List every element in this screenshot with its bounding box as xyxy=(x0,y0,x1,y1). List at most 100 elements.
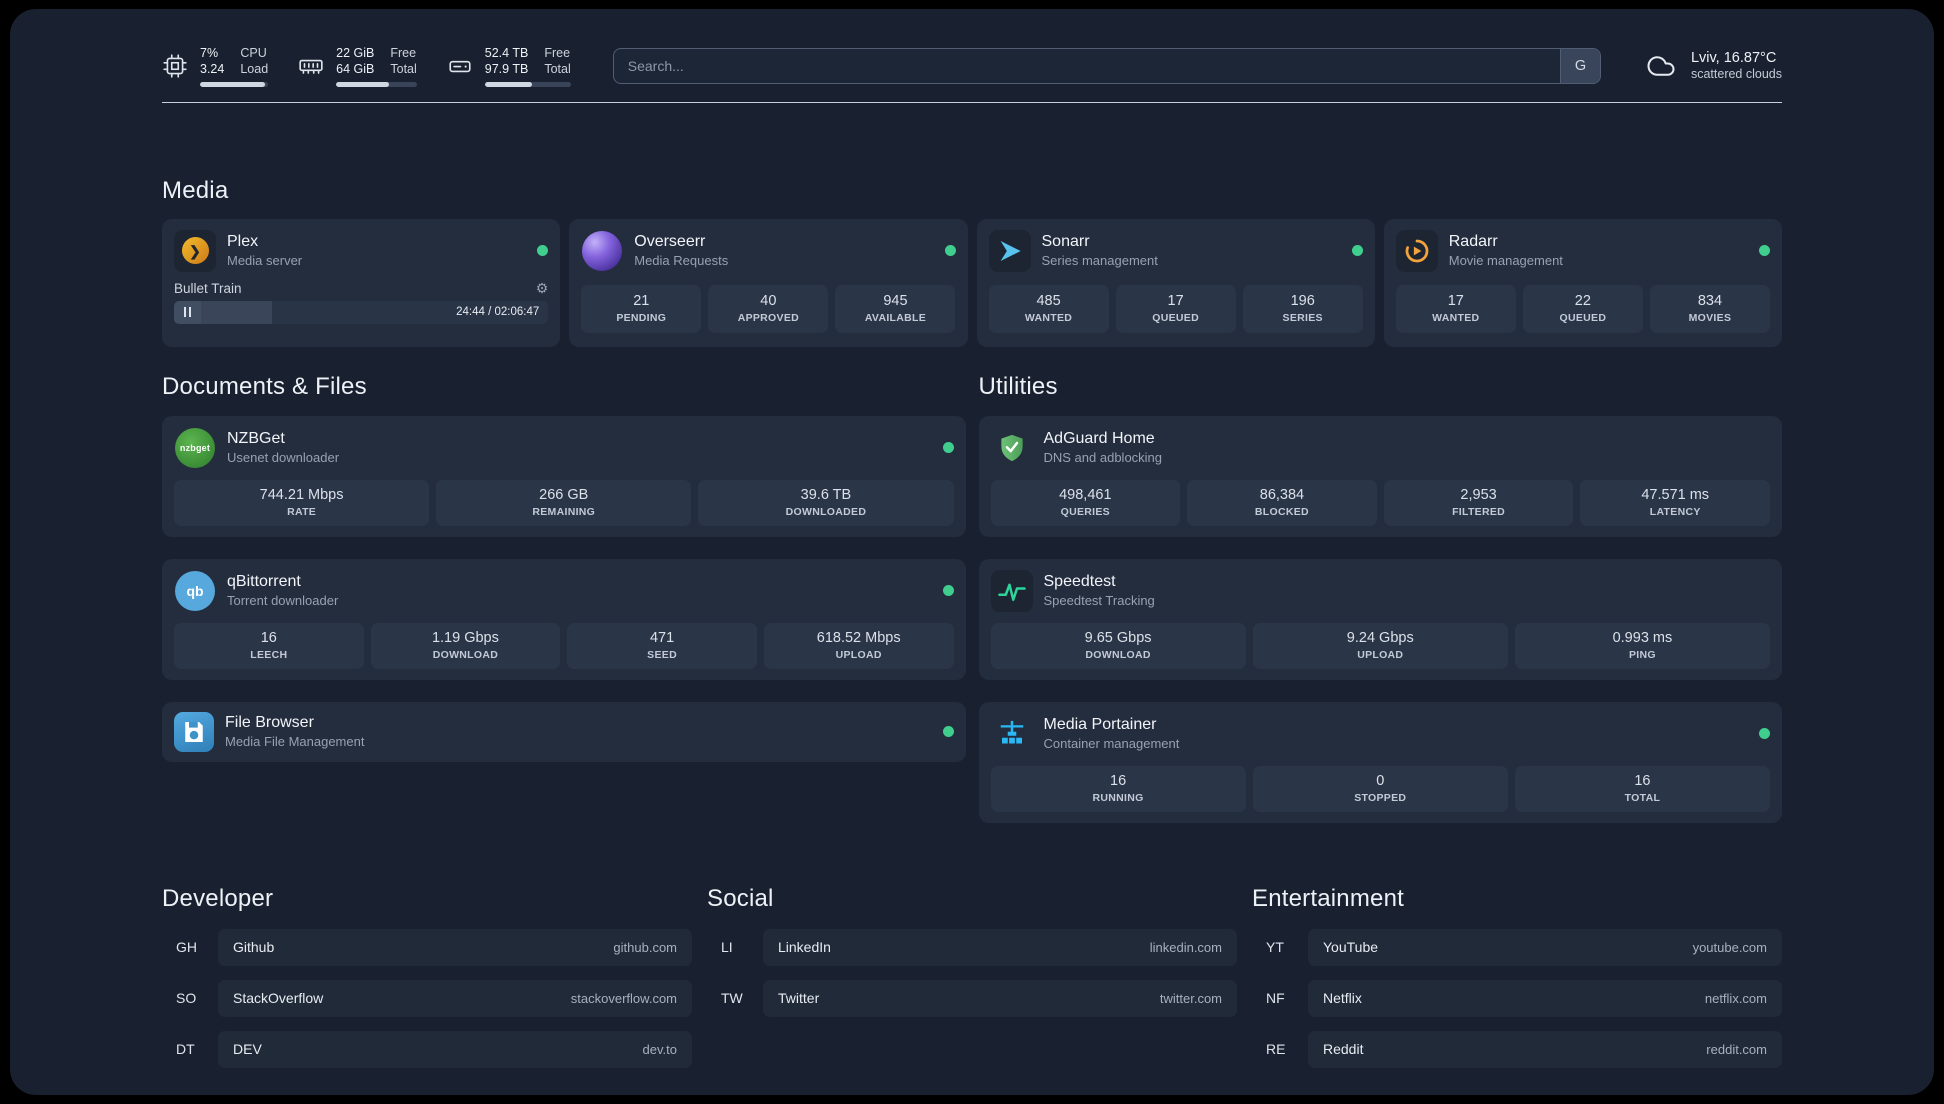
service-card-speedtest[interactable]: Speedtest Speedtest Tracking 9.65 Gbps DO… xyxy=(978,558,1782,680)
bookmark-pill[interactable]: StackOverflow stackoverflow.com xyxy=(218,979,692,1017)
disk-icon xyxy=(447,53,473,79)
qbittorrent-icon: qb xyxy=(174,570,216,612)
bookmark-pill[interactable]: Reddit reddit.com xyxy=(1308,1030,1782,1068)
service-card-plex[interactable]: ❯ Plex Media server Bullet Train ⚙ 24:44… xyxy=(162,218,561,347)
group-title-utilities: Utilities xyxy=(978,372,1058,400)
bookmark-pill[interactable]: DEV dev.to xyxy=(218,1030,692,1068)
bookmark-stackoverflow[interactable]: SO StackOverflow stackoverflow.com xyxy=(162,979,692,1017)
disk-label-top: Free xyxy=(544,46,571,60)
stat-wanted: 17 WANTED xyxy=(1395,284,1516,333)
bookmark-youtube[interactable]: YT YouTube youtube.com xyxy=(1252,928,1782,966)
documents-group: Documents & Files nzbget NZBGet Usenet d… xyxy=(162,373,966,823)
service-card-adguard[interactable]: AdGuard Home DNS and adblocking 498,461 Q… xyxy=(978,415,1782,537)
stat-leech: 16 LEECH xyxy=(174,622,364,669)
weather-widget[interactable]: Lviv, 16.87°C scattered clouds xyxy=(1643,50,1782,81)
status-dot xyxy=(942,442,954,453)
playback-progress[interactable]: 24:44 / 02:06:47 xyxy=(174,300,549,324)
bookmark-reddit[interactable]: RE Reddit reddit.com xyxy=(1252,1030,1782,1068)
search-provider-button[interactable]: G xyxy=(1559,48,1600,83)
status-dot xyxy=(1759,245,1770,256)
service-description: DNS and adblocking xyxy=(1043,450,1163,465)
stat-upload: 618.52 Mbps UPLOAD xyxy=(763,622,954,669)
service-card-radarr[interactable]: Radarr Movie management 17 WANTED 22 QUEUE… xyxy=(1383,218,1782,347)
status-dot xyxy=(1759,728,1770,739)
stat-queries: 498,461 QUERIES xyxy=(990,479,1181,526)
group-title-media: Media xyxy=(162,176,229,204)
disk-widget: 52.4 TB Free 97.9 TB Total xyxy=(447,45,571,87)
service-description: Media Requests xyxy=(634,253,729,268)
service-name: NZBGet xyxy=(227,430,285,447)
group-title-documents: Documents & Files xyxy=(162,372,367,400)
playback-time: 24:44 / 02:06:47 xyxy=(456,305,540,318)
disk-total: 97.9 TB xyxy=(484,62,529,77)
service-name: Media Portainer xyxy=(1043,716,1157,733)
bookmark-pill[interactable]: LinkedIn linkedin.com xyxy=(763,928,1237,966)
cpu-label-top: CPU xyxy=(240,46,267,60)
bookmark-netflix[interactable]: NF Netflix netflix.com xyxy=(1252,979,1782,1017)
status-dot xyxy=(944,245,956,256)
memory-free: 22 GiB xyxy=(336,46,375,60)
bookmark-dev[interactable]: DT DEV dev.to xyxy=(162,1030,692,1068)
search-bar[interactable]: G xyxy=(612,47,1601,84)
gear-icon[interactable]: ⚙ xyxy=(536,281,549,295)
cpu-percent: 7% xyxy=(200,46,219,60)
stat-movies: 834 MOVIES xyxy=(1649,284,1770,333)
topbar: 7% CPU 3.24 Load 22 GiB Free 64 GiB Tota… xyxy=(162,45,1782,87)
service-card-sonarr[interactable]: Sonarr Series management 485 WANTED 17 QUE… xyxy=(976,218,1375,347)
service-description: Movie management xyxy=(1448,253,1563,268)
memory-icon xyxy=(298,53,324,79)
overseerr-icon xyxy=(581,230,623,272)
search-input[interactable] xyxy=(613,48,1560,83)
stat-remaining: 266 GB REMAINING xyxy=(436,479,692,526)
memory-total: 64 GiB xyxy=(336,62,375,77)
service-card-overseerr[interactable]: Overseerr Media Requests 21 PENDING 40 APP… xyxy=(569,218,968,347)
stat-available: 945 AVAILABLE xyxy=(835,284,956,333)
service-description: Speedtest Tracking xyxy=(1043,593,1155,608)
status-dot xyxy=(942,726,954,737)
sonarr-icon xyxy=(988,229,1031,272)
bookmark-github[interactable]: GH Github github.com xyxy=(162,928,692,966)
service-card-portainer[interactable]: Media Portainer Container management 16 R… xyxy=(978,701,1782,823)
service-name: Overseerr xyxy=(634,233,706,250)
service-card-nzbget[interactable]: nzbget NZBGet Usenet downloader 744.21 M… xyxy=(162,415,966,537)
status-dot xyxy=(537,245,549,256)
bookmark-pill[interactable]: YouTube youtube.com xyxy=(1308,928,1782,966)
service-card-qbittorrent[interactable]: qb qBittorrent Torrent downloader 16 LEEC… xyxy=(162,558,966,680)
dashboard-content: 7% CPU 3.24 Load 22 GiB Free 64 GiB Tota… xyxy=(162,9,1782,1068)
bookmark-pill[interactable]: Twitter twitter.com xyxy=(763,979,1237,1017)
disk-bar xyxy=(484,81,571,87)
status-dot xyxy=(1351,245,1363,256)
bookmark-abbr: NF xyxy=(1266,990,1285,1006)
service-card-filebrowser[interactable]: File Browser Media File Management xyxy=(162,701,966,762)
stat-pending: 21 PENDING xyxy=(581,284,702,333)
weather-condition: scattered clouds xyxy=(1690,67,1782,82)
service-name: Speedtest xyxy=(1043,573,1116,590)
memory-bar xyxy=(336,81,417,87)
bookmark-pill[interactable]: Github github.com xyxy=(218,928,692,966)
pause-button[interactable] xyxy=(174,300,201,324)
status-dot xyxy=(942,585,954,596)
service-description: Media server xyxy=(227,253,303,268)
resource-widgets: 7% CPU 3.24 Load 22 GiB Free 64 GiB Tota… xyxy=(162,45,571,87)
stat-queued: 17 QUEUED xyxy=(1115,284,1236,333)
disk-free: 52.4 TB xyxy=(484,46,529,60)
bookmark-linkedin[interactable]: LI LinkedIn linkedin.com xyxy=(707,928,1237,966)
stat-seed: 471 SEED xyxy=(567,622,757,669)
utilities-group: Utilities AdGuard Home DNS and adblockin… xyxy=(978,372,1782,823)
cpu-widget: 7% CPU 3.24 Load xyxy=(162,45,269,87)
bookmark-pill[interactable]: Netflix netflix.com xyxy=(1308,979,1782,1017)
cpu-icon xyxy=(162,53,188,79)
bookmark-abbr: RE xyxy=(1266,1041,1286,1057)
service-name: Radarr xyxy=(1448,233,1498,250)
bookmark-twitter[interactable]: TW Twitter twitter.com xyxy=(707,979,1237,1017)
group-title-developer: Developer xyxy=(162,884,274,912)
speedtest-icon xyxy=(990,569,1033,612)
service-name: qBittorrent xyxy=(227,573,301,590)
bookmark-abbr: LI xyxy=(721,939,733,955)
service-description: Container management xyxy=(1043,736,1180,751)
cloud-icon xyxy=(1643,51,1679,81)
service-name: AdGuard Home xyxy=(1043,430,1155,447)
service-description: Torrent downloader xyxy=(227,593,339,608)
topbar-divider xyxy=(162,101,1782,103)
entertainment-group: Entertainment YT YouTube youtube.com NF … xyxy=(1252,885,1782,1068)
